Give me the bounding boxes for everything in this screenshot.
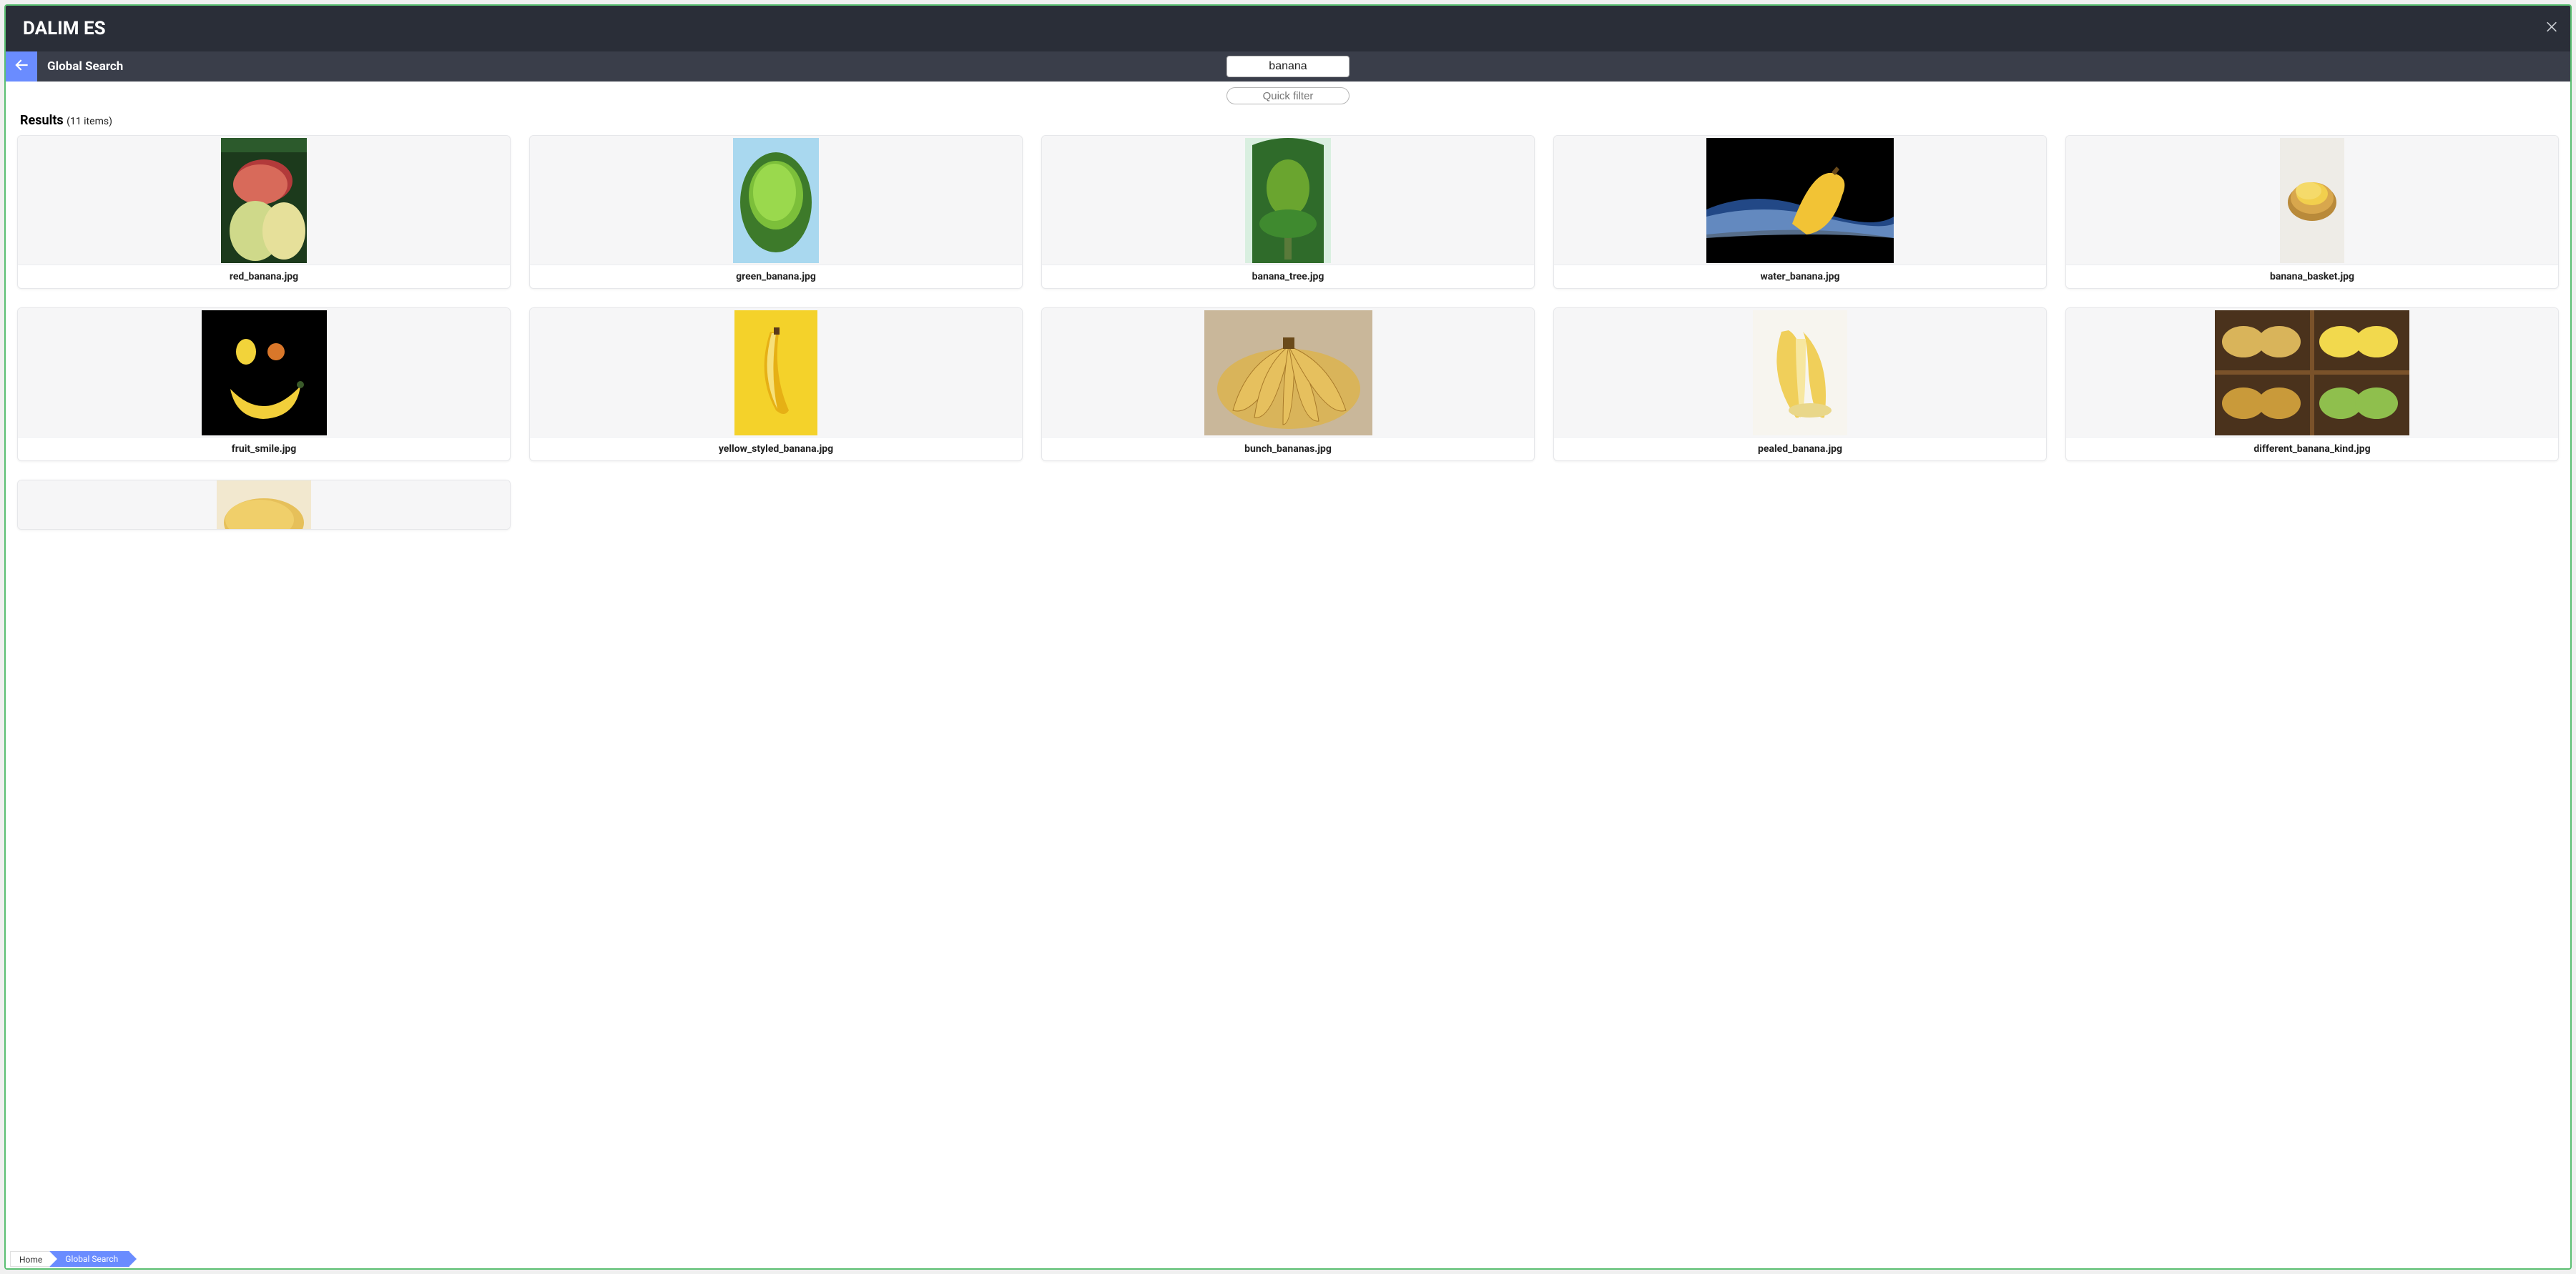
result-name: different_banana_kind.jpg <box>2066 437 2558 460</box>
results-count: (11 items) <box>67 116 112 127</box>
search-input[interactable] <box>1226 56 1350 77</box>
thumbnail <box>1042 136 1534 265</box>
thumbnail <box>530 136 1022 265</box>
result-card[interactable]: banana_basket.jpg <box>2065 135 2559 289</box>
result-name: fruit_smile.jpg <box>18 437 510 460</box>
results-label: Results <box>20 113 64 128</box>
result-card[interactable]: yellow_styled_banana.jpg <box>529 307 1023 461</box>
searchbar-title: Global Search <box>47 59 123 74</box>
thumbnail <box>530 308 1022 437</box>
breadcrumb-home-label: Home <box>19 1255 42 1265</box>
result-name: bunch_bananas.jpg <box>1042 437 1534 460</box>
thumbnail <box>2066 136 2558 265</box>
thumbnail <box>18 480 510 529</box>
result-name: yellow_styled_banana.jpg <box>530 437 1022 460</box>
result-card[interactable]: banana_tree.jpg <box>1041 135 1535 289</box>
breadcrumb: Home Global Search <box>6 1250 2570 1268</box>
result-name: water_banana.jpg <box>1554 265 2046 288</box>
result-name: pealed_banana.jpg <box>1554 437 2046 460</box>
result-card[interactable]: water_banana.jpg <box>1553 135 2047 289</box>
searchbar: Global Search <box>6 51 2570 82</box>
thumbnail <box>2066 308 2558 437</box>
result-card[interactable]: bunch_bananas.jpg <box>1041 307 1535 461</box>
quickfilter-input[interactable] <box>1226 87 1350 104</box>
thumbnail <box>1042 308 1534 437</box>
back-button[interactable] <box>6 51 37 82</box>
result-card[interactable]: green_banana.jpg <box>529 135 1023 289</box>
results-grid-scroll[interactable]: red_banana.jpg green_banana.jpg <box>6 135 2570 1268</box>
thumbnail <box>1554 136 2046 265</box>
result-name: green_banana.jpg <box>530 265 1022 288</box>
thumbnail <box>18 136 510 265</box>
back-arrow-icon <box>12 56 31 77</box>
results-grid: red_banana.jpg green_banana.jpg <box>17 135 2559 530</box>
breadcrumb-home[interactable]: Home <box>10 1251 54 1267</box>
result-card[interactable]: fruit_smile.jpg <box>17 307 511 461</box>
result-card[interactable]: pealed_banana.jpg <box>1553 307 2047 461</box>
result-name: banana_basket.jpg <box>2066 265 2558 288</box>
result-card[interactable] <box>17 480 511 530</box>
results-header: Results (11 items) <box>6 110 2570 135</box>
app-window: DALIM ES Global Search Results (11 items… <box>4 4 2572 1270</box>
app-title: DALIM ES <box>23 18 106 39</box>
breadcrumb-current-label: Global Search <box>65 1254 118 1264</box>
close-icon[interactable] <box>2545 20 2559 38</box>
breadcrumb-current[interactable]: Global Search <box>49 1251 129 1267</box>
titlebar: DALIM ES <box>6 6 2570 51</box>
thumbnail <box>18 308 510 437</box>
result-card[interactable]: different_banana_kind.jpg <box>2065 307 2559 461</box>
thumbnail <box>1554 308 2046 437</box>
result-card[interactable]: red_banana.jpg <box>17 135 511 289</box>
quickfilter-row <box>6 82 2570 110</box>
result-name: red_banana.jpg <box>18 265 510 288</box>
result-name: banana_tree.jpg <box>1042 265 1534 288</box>
